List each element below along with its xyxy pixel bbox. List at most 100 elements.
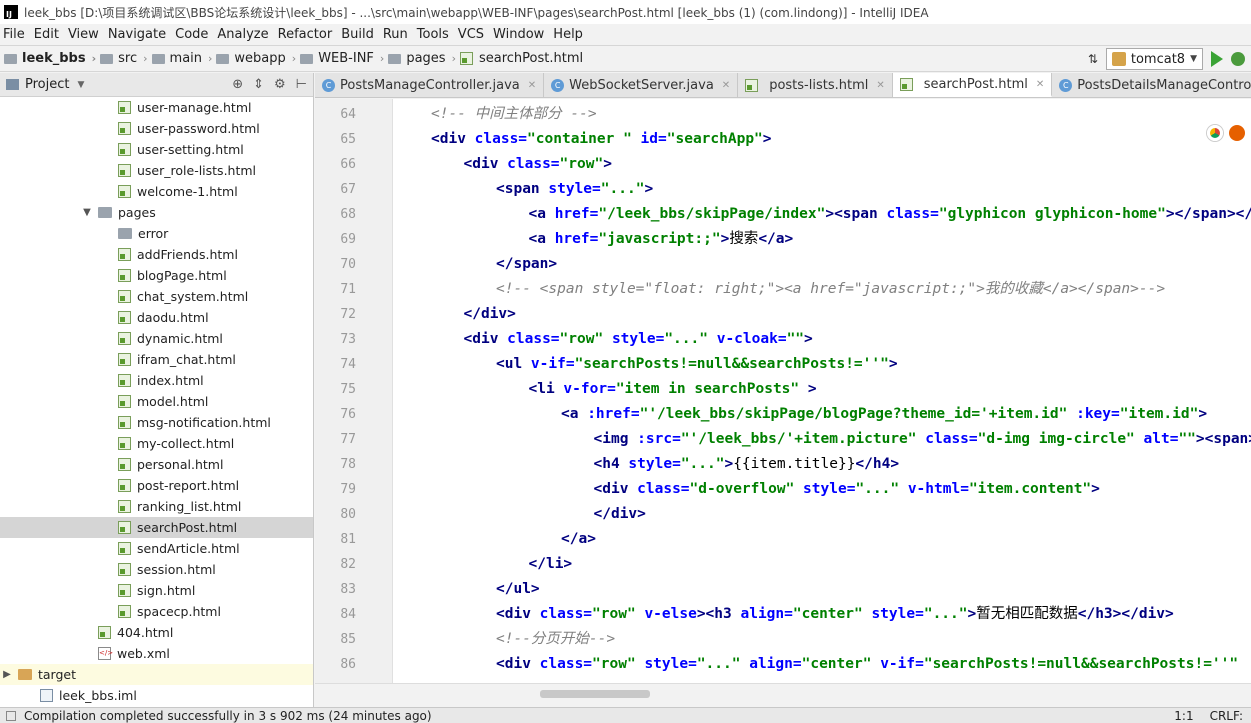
menu-item-vcs[interactable]: VCS bbox=[455, 27, 490, 42]
tree-item[interactable]: daodu.html bbox=[0, 307, 313, 328]
editor-tab[interactable]: C WebSocketServer.java ✕ bbox=[544, 73, 739, 97]
breadcrumb-item[interactable]: main › bbox=[151, 51, 212, 66]
tree-item[interactable]: spacecp.html bbox=[0, 601, 313, 622]
collapse-all-icon[interactable]: ⇕ bbox=[253, 77, 264, 92]
code-line[interactable]: </ul> bbox=[496, 577, 540, 602]
code-line[interactable]: <!-- 中间主体部分 --> bbox=[431, 102, 597, 127]
code-line[interactable]: <!-- <span style="float: right;"><a href… bbox=[496, 277, 1165, 302]
project-panel-header[interactable]: Project ▼ ⊕ ⇕ ⚙ ⊢ bbox=[0, 73, 313, 97]
debug-icon[interactable] bbox=[1231, 52, 1245, 66]
tree-item[interactable]: chat_system.html bbox=[0, 286, 313, 307]
tree-item[interactable]: welcome-1.html bbox=[0, 181, 313, 202]
chevron-right-icon[interactable]: ▶ bbox=[0, 669, 14, 680]
tree-item[interactable]: user-manage.html bbox=[0, 97, 313, 118]
code-line[interactable]: </span> bbox=[496, 252, 557, 277]
gear-icon[interactable]: ⚙ bbox=[274, 77, 286, 92]
tree-item[interactable]: sendArticle.html bbox=[0, 538, 313, 559]
breadcrumb-item[interactable]: src › bbox=[100, 51, 148, 66]
code-line[interactable]: <!--分页开始--> bbox=[496, 627, 615, 652]
code-line[interactable]: </a> bbox=[561, 527, 596, 552]
menu-item-code[interactable]: Code bbox=[172, 27, 214, 42]
code-line[interactable]: </div> bbox=[594, 502, 646, 527]
tree-item[interactable]: user_role-lists.html bbox=[0, 160, 313, 181]
code-line[interactable]: <div class="container " id="searchApp"> bbox=[431, 127, 772, 152]
breadcrumb-item[interactable]: leek_bbs › bbox=[4, 51, 96, 66]
menu-item-run[interactable]: Run bbox=[380, 27, 414, 42]
editor-tab[interactable]: CPostsDetailsManageController.java✕ bbox=[1052, 73, 1251, 97]
menu-item-refactor[interactable]: Refactor bbox=[275, 27, 339, 42]
code-line[interactable]: <div class="row" style="..." align="cent… bbox=[496, 652, 1238, 677]
code-line[interactable]: <ul v-if="searchPosts!=null&&searchPosts… bbox=[496, 352, 898, 377]
tree-item[interactable]: ▶ target bbox=[0, 664, 313, 685]
code-line[interactable]: <a :href="'/leek_bbs/skipPage/blogPage?t… bbox=[561, 402, 1207, 427]
caret-position[interactable]: 1:1 bbox=[1174, 709, 1193, 723]
editor-tab[interactable]: posts-lists.html ✕ bbox=[738, 73, 893, 97]
tool-window-toggle-icon[interactable] bbox=[6, 710, 16, 721]
close-icon[interactable]: ✕ bbox=[528, 80, 536, 91]
tree-item[interactable]: blogPage.html bbox=[0, 265, 313, 286]
firefox-icon[interactable] bbox=[1229, 125, 1245, 141]
breadcrumb-item[interactable]: WEB-INF › bbox=[300, 51, 384, 66]
code-line[interactable]: <a href="javascript:;">搜索</a> bbox=[529, 227, 794, 252]
tree-item[interactable]: user-setting.html bbox=[0, 139, 313, 160]
tree-item[interactable]: personal.html bbox=[0, 454, 313, 475]
code-line[interactable]: </div> bbox=[464, 302, 516, 327]
close-icon[interactable]: ✕ bbox=[1036, 79, 1044, 90]
horizontal-scrollbar[interactable] bbox=[315, 683, 1251, 707]
tree-item[interactable]: session.html bbox=[0, 559, 313, 580]
close-icon[interactable]: ✕ bbox=[876, 80, 884, 91]
menu-item-file[interactable]: File bbox=[0, 27, 31, 42]
tree-item[interactable]: ranking_list.html bbox=[0, 496, 313, 517]
sort-icon[interactable]: ⇅ bbox=[1088, 52, 1098, 66]
editor-tab[interactable]: searchPost.html ✕ bbox=[892, 73, 1053, 97]
locate-icon[interactable]: ⊕ bbox=[232, 77, 243, 92]
menu-item-help[interactable]: Help bbox=[550, 27, 589, 42]
menu-item-analyze[interactable]: Analyze bbox=[214, 27, 274, 42]
tree-item[interactable]: dynamic.html bbox=[0, 328, 313, 349]
tree-item[interactable]: sign.html bbox=[0, 580, 313, 601]
code-line[interactable]: </li> bbox=[529, 552, 573, 577]
tree-item[interactable]: user-password.html bbox=[0, 118, 313, 139]
chevron-down-icon[interactable]: ▼ bbox=[77, 80, 84, 90]
code-line[interactable]: <div class="row" style="..." v-cloak=""> bbox=[464, 327, 813, 352]
breadcrumb-item[interactable]: pages › bbox=[388, 51, 456, 66]
code-line[interactable]: <div class="row" v-else><h3 align="cente… bbox=[496, 602, 1174, 627]
editor-tab[interactable]: C PostsManageController.java ✕ bbox=[315, 73, 545, 97]
tree-item[interactable]: </> web.xml bbox=[0, 643, 313, 664]
breadcrumb-item[interactable]: searchPost.html bbox=[459, 51, 583, 66]
menu-item-build[interactable]: Build bbox=[338, 27, 380, 42]
tree-item[interactable]: error bbox=[0, 223, 313, 244]
code-line[interactable]: <a href="/leek_bbs/skipPage/index"><span… bbox=[529, 202, 1251, 227]
tree-item[interactable]: addFriends.html bbox=[0, 244, 313, 265]
tree-item[interactable]: 404.html bbox=[0, 622, 313, 643]
tree-item[interactable]: post-report.html bbox=[0, 475, 313, 496]
hide-panel-icon[interactable]: ⊢ bbox=[296, 77, 307, 92]
tree-item[interactable]: ifram_chat.html bbox=[0, 349, 313, 370]
code-line[interactable]: <h4 style="...">{{item.title}}</h4> bbox=[594, 452, 900, 477]
menu-item-window[interactable]: Window bbox=[490, 27, 550, 42]
scrollbar-thumb[interactable] bbox=[540, 690, 650, 698]
chrome-icon[interactable] bbox=[1207, 125, 1223, 141]
menu-item-tools[interactable]: Tools bbox=[414, 27, 455, 42]
code-editor[interactable]: 64 65 66 67 68 69 70 71 72 73 74 75 76 77 78 79 80 81 82 83… bbox=[315, 99, 1251, 683]
code-line[interactable]: <li v-for="item in searchPosts" > bbox=[529, 377, 817, 402]
tree-item[interactable]: model.html bbox=[0, 391, 313, 412]
code-line[interactable]: <span style="..."> bbox=[496, 177, 653, 202]
breadcrumb-item[interactable]: webapp › bbox=[216, 51, 296, 66]
close-icon[interactable]: ✕ bbox=[722, 80, 730, 91]
tree-item[interactable]: ▼ pages bbox=[0, 202, 313, 223]
code-line[interactable]: <div class="d-overflow" style="..." v-ht… bbox=[594, 477, 1100, 502]
menu-item-view[interactable]: View bbox=[65, 27, 105, 42]
code-line[interactable]: <div class="row"> bbox=[464, 152, 612, 177]
menu-item-edit[interactable]: Edit bbox=[31, 27, 65, 42]
tree-item[interactable]: searchPost.html bbox=[0, 517, 313, 538]
tree-item[interactable]: leek_bbs.iml bbox=[0, 685, 313, 706]
chevron-down-icon[interactable]: ▼ bbox=[80, 207, 94, 218]
run-icon[interactable] bbox=[1211, 51, 1223, 67]
menu-item-navigate[interactable]: Navigate bbox=[105, 27, 172, 42]
run-configuration-select[interactable]: tomcat8 ▼ bbox=[1105, 48, 1203, 70]
tree-item[interactable]: my-collect.html bbox=[0, 433, 313, 454]
tree-item[interactable]: index.html bbox=[0, 370, 313, 391]
line-separator[interactable]: CRLF: bbox=[1210, 709, 1243, 723]
code-line[interactable]: <img :src="'/leek_bbs/'+item.picture" cl… bbox=[594, 427, 1251, 452]
